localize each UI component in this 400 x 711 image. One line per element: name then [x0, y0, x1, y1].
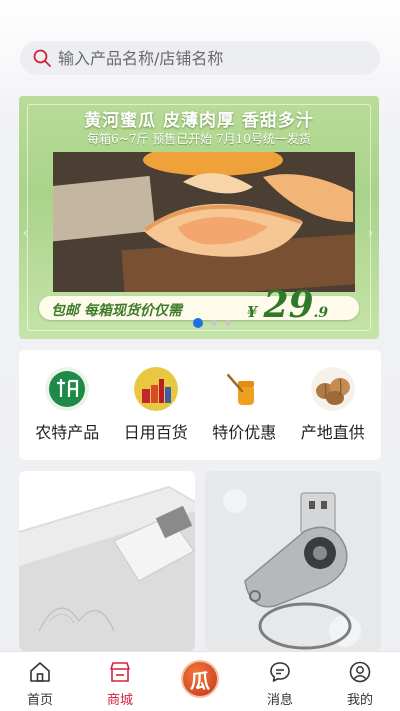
tab-profile-label: 我的 — [346, 693, 373, 708]
tab-messages-label: 消息 — [266, 693, 293, 708]
melon-illustration — [53, 152, 355, 292]
category-daily-goods[interactable]: 日用百货 — [116, 367, 196, 443]
category-label: 产地直供 — [300, 423, 365, 442]
carousel-dot-2[interactable] — [211, 320, 217, 326]
banner-subline: 每箱6~7斤 预售已开始 7月10号统一发货 — [87, 132, 311, 146]
banner-headline: 黄河蜜瓜 皮薄肉厚 香甜多汁 — [84, 111, 314, 131]
tab-messages[interactable]: 消息 — [240, 652, 320, 711]
home-icon — [30, 662, 50, 682]
category-label: 特价优惠 — [212, 423, 277, 442]
banner-next-icon[interactable]: › — [368, 226, 373, 240]
category-label: 日用百货 — [123, 423, 188, 442]
carousel-indicator — [193, 318, 231, 328]
usb-card-icon — [19, 471, 195, 651]
tab-home-label: 首页 — [26, 693, 53, 708]
special-offer-icon — [222, 367, 267, 411]
usb-swivel-icon — [205, 471, 381, 651]
currency-symbol: ¥ — [247, 303, 258, 321]
search-input[interactable] — [58, 41, 380, 75]
daily-goods-icon — [133, 367, 178, 411]
price-value: ¥29.9 — [247, 284, 328, 326]
category-grid: 农特产品 日用百货 特价优惠 产地直供 — [19, 350, 381, 460]
profile-icon — [349, 661, 371, 683]
origin-direct-icon — [310, 367, 355, 411]
message-icon — [270, 662, 290, 682]
product-card-usb-swivel[interactable] — [205, 471, 381, 651]
carousel-dot-3[interactable] — [225, 320, 231, 326]
price-caption: 包邮 每箱现货价仅需 — [51, 303, 182, 319]
category-origin-direct[interactable]: 产地直供 — [293, 367, 373, 443]
promo-banner[interactable]: 黄河蜜瓜 皮薄肉厚 香甜多汁 每箱6~7斤 预售已开始 7月10号统一发货 包邮… — [19, 96, 379, 339]
brand-logo-icon: 瓜 — [181, 660, 219, 698]
melon-photo — [53, 152, 355, 292]
banner-prev-icon[interactable]: ‹ — [23, 226, 28, 240]
price-decimal: .9 — [313, 305, 329, 321]
search-bar[interactable] — [20, 41, 380, 75]
local-specialty-icon — [45, 367, 90, 411]
category-label: 农特产品 — [35, 423, 100, 442]
carousel-dot-1[interactable] — [193, 318, 203, 328]
product-card-usb-card[interactable] — [19, 471, 195, 651]
tab-brand[interactable]: 瓜 — [160, 652, 240, 711]
product-grid — [19, 471, 381, 651]
price-integer: 29 — [263, 284, 314, 326]
tab-shop[interactable]: 商城 — [80, 652, 160, 711]
tab-profile[interactable]: 我的 — [320, 652, 400, 711]
category-special-offer[interactable]: 特价优惠 — [204, 367, 284, 443]
tab-home[interactable]: 首页 — [0, 652, 80, 711]
shop-icon — [110, 662, 130, 682]
search-icon — [33, 49, 51, 67]
tab-shop-label: 商城 — [106, 693, 133, 708]
category-local-specialty[interactable]: 农特产品 — [27, 367, 107, 443]
bottom-tab-bar: 首页 商城 瓜 消息 我的 — [0, 651, 400, 711]
